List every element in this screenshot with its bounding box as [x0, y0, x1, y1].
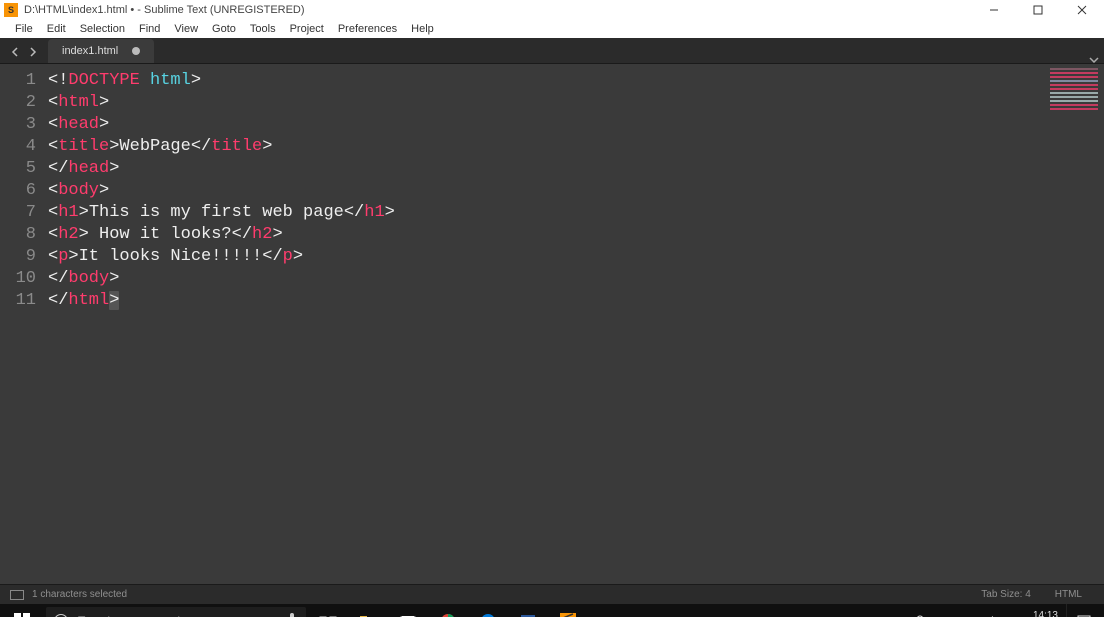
nav-back-button[interactable]	[6, 41, 24, 63]
clock-time: 14:13	[1008, 610, 1058, 617]
clock[interactable]: 14:13 26-11-2018	[1008, 610, 1058, 617]
volume-icon[interactable]	[984, 613, 1000, 617]
menu-edit[interactable]: Edit	[40, 20, 73, 38]
dirty-indicator-icon	[132, 47, 140, 55]
menu-goto[interactable]: Goto	[205, 20, 243, 38]
start-button[interactable]	[0, 604, 44, 617]
editor[interactable]: 1234567891011 <!DOCTYPE html><html><head…	[0, 64, 1104, 584]
status-tab-size[interactable]: Tab Size: 4	[969, 589, 1042, 600]
tab-overflow-button[interactable]	[1084, 57, 1104, 63]
onedrive-icon[interactable]	[960, 613, 976, 617]
sublime-taskbar-icon[interactable]	[548, 604, 588, 617]
code-area[interactable]: <!DOCTYPE html><html><head><title>WebPag…	[44, 64, 1104, 584]
sublime-logo-icon: S	[4, 3, 18, 17]
task-view-icon[interactable]	[308, 604, 348, 617]
taskbar: Type here to search W 14:13 26-11-2018	[0, 604, 1104, 617]
taskbar-search[interactable]: Type here to search	[46, 607, 306, 617]
menu-view[interactable]: View	[167, 20, 205, 38]
tab-row: index1.html	[0, 38, 1104, 64]
tray-chevron-icon[interactable]	[936, 613, 952, 617]
word-icon[interactable]: W	[508, 604, 548, 617]
taskbar-pinned-apps: W	[308, 604, 588, 617]
menu-tools[interactable]: Tools	[243, 20, 283, 38]
mic-icon[interactable]	[286, 612, 298, 617]
action-center-icon[interactable]	[1066, 604, 1100, 617]
cortana-circle-icon	[54, 614, 68, 617]
menu-selection[interactable]: Selection	[73, 20, 132, 38]
file-explorer-icon[interactable]	[348, 604, 388, 617]
line-number-gutter: 1234567891011	[0, 64, 44, 584]
edge-icon[interactable]	[468, 604, 508, 617]
status-syntax[interactable]: HTML	[1043, 589, 1094, 600]
menu-project[interactable]: Project	[283, 20, 331, 38]
menu-find[interactable]: Find	[132, 20, 167, 38]
maximize-button[interactable]	[1016, 0, 1060, 20]
menu-help[interactable]: Help	[404, 20, 441, 38]
menu-file[interactable]: File	[8, 20, 40, 38]
system-tray: 14:13 26-11-2018	[912, 604, 1104, 617]
file-tab[interactable]: index1.html	[48, 39, 154, 63]
menu-bar: File Edit Selection Find View Goto Tools…	[0, 20, 1104, 38]
chrome-icon[interactable]	[428, 604, 468, 617]
minimize-button[interactable]	[972, 0, 1016, 20]
titlebar: S D:\HTML\index1.html • - Sublime Text (…	[0, 0, 1104, 20]
status-selection: 1 characters selected	[32, 589, 127, 600]
close-button[interactable]	[1060, 0, 1104, 20]
minimap[interactable]	[1044, 64, 1104, 584]
status-bar: 1 characters selected Tab Size: 4 HTML	[0, 584, 1104, 604]
menu-preferences[interactable]: Preferences	[331, 20, 404, 38]
panel-switch-icon[interactable]	[10, 590, 24, 600]
mail-icon[interactable]	[388, 604, 428, 617]
people-icon[interactable]	[912, 613, 928, 617]
window-title: D:\HTML\index1.html • - Sublime Text (UN…	[24, 4, 305, 16]
file-tab-label: index1.html	[62, 45, 118, 57]
nav-forward-button[interactable]	[24, 41, 42, 63]
search-placeholder: Type here to search	[78, 614, 184, 617]
